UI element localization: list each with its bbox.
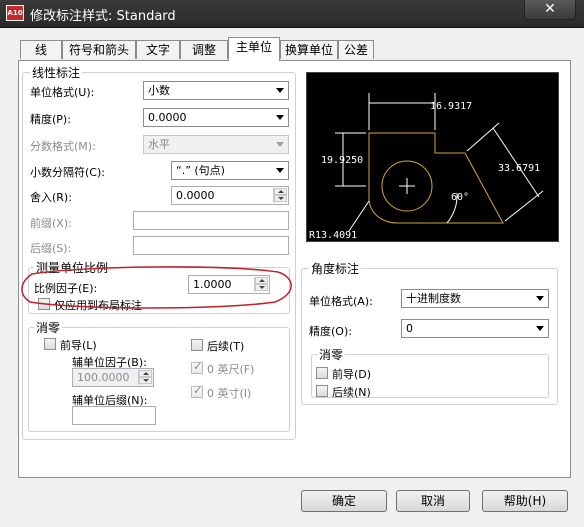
precision-label: 精度(P):: [30, 113, 71, 126]
round-off-input[interactable]: 0.0000: [171, 186, 289, 205]
preview-dim-top: 16.9317: [430, 101, 472, 112]
angular-trailing-label: 后续(N): [332, 386, 371, 399]
sub-unit-suffix-input[interactable]: [72, 406, 156, 425]
spin-up-icon[interactable]: [274, 188, 287, 195]
linear-group-title: 线性标注: [30, 64, 83, 81]
zero-inches-label: 0 英寸(I): [207, 387, 252, 400]
angular-leading-checkbox[interactable]: [316, 367, 328, 379]
preview-dim-right: 33.6791: [498, 163, 540, 174]
decimal-separator-select[interactable]: “.” (句点): [171, 161, 289, 180]
window-title: 修改标注样式: Standard: [30, 9, 176, 24]
zero-feet-checkbox[interactable]: [191, 360, 203, 374]
preview-dim-angle: 60°: [451, 192, 469, 203]
angular-trailing-checkbox[interactable]: [316, 385, 328, 397]
spin-down-icon[interactable]: [274, 195, 287, 202]
prefix-input[interactable]: [133, 211, 289, 230]
help-button[interactable]: 帮助(H): [482, 490, 568, 512]
angular-unit-format-value: 十进制度数: [406, 292, 461, 305]
unit-format-value: 小数: [148, 84, 170, 97]
close-button[interactable]: ✕: [524, 0, 576, 20]
fraction-format-label: 分数格式(M):: [30, 140, 96, 153]
precision-value: 0.0000: [148, 111, 187, 124]
trailing-zero-checkbox[interactable]: [191, 339, 203, 351]
chevron-down-icon: [536, 296, 544, 301]
red-annotation-ellipse: [21, 266, 292, 309]
suffix-label: 后缀(S):: [30, 242, 72, 255]
chevron-down-icon: [276, 88, 284, 93]
cancel-button[interactable]: 取消: [396, 490, 470, 512]
angular-leading-label: 前导(D): [332, 368, 372, 381]
decimal-separator-value: “.” (句点): [176, 164, 225, 177]
tab-symbols-arrows[interactable]: 符号和箭头: [62, 40, 136, 59]
fraction-format-select[interactable]: 水平: [143, 135, 289, 154]
angular-precision-select[interactable]: 0: [401, 319, 549, 338]
unit-format-label: 单位格式(U):: [30, 86, 95, 99]
sub-unit-factor-spinner[interactable]: [138, 370, 152, 385]
trailing-zero-label: 后续(T): [207, 340, 245, 353]
dimension-preview: 16.9317 19.9250 33.6791 60° R13.4091: [306, 72, 559, 242]
autocad-app-icon: A10: [6, 5, 24, 21]
preview-dim-left: 19.9250: [321, 155, 363, 166]
precision-select[interactable]: 0.0000: [143, 108, 289, 127]
angular-zero-title: 消零: [317, 346, 346, 363]
tab-alternate-units[interactable]: 换算单位: [280, 40, 338, 59]
preview-dim-radius: R13.4091: [309, 230, 357, 241]
preview-part-outline: [368, 132, 504, 224]
tab-primary-units[interactable]: 主单位: [228, 37, 280, 61]
prefix-label: 前缀(X):: [30, 217, 72, 230]
tab-text[interactable]: 文字: [136, 40, 180, 59]
spin-down-icon[interactable]: [139, 377, 152, 384]
fraction-format-value: 水平: [148, 138, 170, 151]
angular-precision-value: 0: [406, 322, 413, 335]
angular-precision-label: 精度(O):: [309, 325, 352, 338]
sub-unit-factor-value: 100.0000: [77, 371, 130, 384]
zero-inches-checkbox[interactable]: [191, 384, 203, 398]
chevron-down-icon: [276, 168, 284, 173]
chevron-down-icon: [536, 326, 544, 331]
preview-drawing: 16.9317 19.9250 33.6791 60° R13.4091: [309, 93, 544, 241]
angular-unit-format-label: 单位格式(A):: [309, 295, 373, 308]
leading-zero-checkbox[interactable]: [44, 338, 56, 350]
suffix-input[interactable]: [133, 236, 289, 255]
unit-format-select[interactable]: 小数: [143, 81, 289, 100]
chevron-down-icon: [276, 115, 284, 120]
round-off-spinner[interactable]: [273, 188, 287, 203]
round-off-label: 舍入(R):: [30, 191, 72, 204]
decimal-separator-label: 小数分隔符(C):: [30, 166, 105, 179]
sub-unit-factor-input[interactable]: 100.0000: [72, 368, 154, 387]
ok-button[interactable]: 确定: [301, 490, 387, 512]
angular-unit-format-select[interactable]: 十进制度数: [401, 289, 549, 308]
chevron-down-icon: [276, 142, 284, 147]
tab-lines[interactable]: 线: [20, 40, 62, 59]
tab-fit[interactable]: 调整: [180, 40, 228, 59]
spin-up-icon[interactable]: [139, 370, 152, 377]
angular-group-title: 角度标注: [309, 260, 362, 277]
leading-zero-label: 前导(L): [60, 339, 97, 352]
zero-feet-label: 0 英尺(F): [207, 363, 255, 376]
zero-suppression-title: 消零: [34, 319, 63, 336]
round-off-value: 0.0000: [176, 189, 215, 202]
tab-tolerances[interactable]: 公差: [338, 40, 374, 59]
